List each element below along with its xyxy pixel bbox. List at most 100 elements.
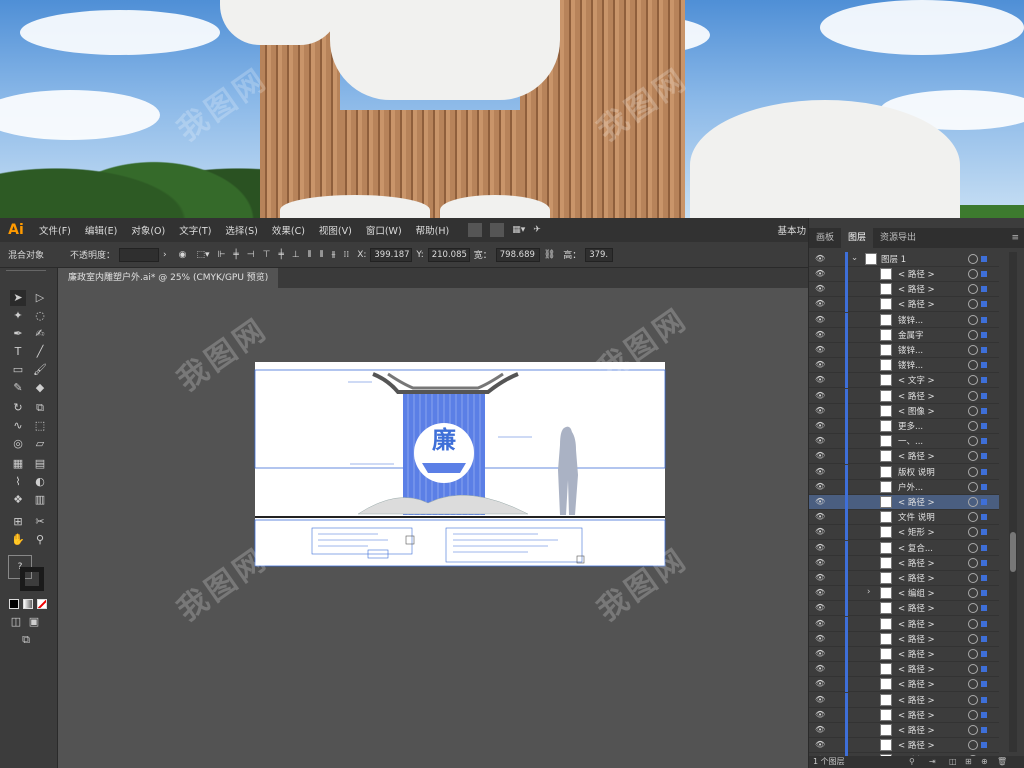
eye-icon[interactable]: 👁 bbox=[815, 299, 825, 309]
layer-row[interactable]: 👁 < 路径 > bbox=[809, 631, 999, 647]
layer-row[interactable]: 👁 < 复合... bbox=[809, 540, 999, 556]
layer-row[interactable]: 👁 < 路径 > bbox=[809, 662, 999, 678]
target-icon[interactable] bbox=[968, 679, 978, 690]
layer-row[interactable]: 👁 < 路径 > bbox=[809, 555, 999, 571]
align-left-icon[interactable]: ⊩ bbox=[218, 250, 226, 260]
layer-row[interactable]: 👁 < 路径 > bbox=[809, 738, 999, 754]
target-icon[interactable] bbox=[968, 345, 978, 355]
parent-layer-row[interactable]: 👁 ⌄ 图层 1 bbox=[809, 252, 999, 267]
trash-icon[interactable]: 🗑 bbox=[997, 756, 1007, 768]
screen-mode-icon[interactable]: ▣ bbox=[26, 614, 42, 630]
arrange-documents-icon[interactable]: ▦▾ bbox=[512, 225, 525, 235]
layer-row[interactable]: 👁 < 路径 > bbox=[809, 647, 999, 662]
target-icon[interactable] bbox=[968, 269, 978, 279]
layer-row[interactable]: 👁 < 路径 > bbox=[809, 388, 999, 404]
new-sublayer-icon[interactable]: ⊞ bbox=[965, 756, 972, 768]
layer-row[interactable]: 👁 < 路径 > bbox=[809, 297, 999, 313]
eye-icon[interactable]: 👁 bbox=[815, 512, 825, 522]
distribute-icon[interactable]: ⫴ bbox=[308, 250, 312, 260]
align-top-icon[interactable]: ⊤ bbox=[263, 250, 271, 260]
chevron-down-icon[interactable]: ⌄ bbox=[851, 253, 858, 263]
align-middle-icon[interactable]: ╪ bbox=[278, 250, 283, 260]
eye-icon[interactable]: 👁 bbox=[815, 695, 825, 705]
mesh-icon[interactable]: ▦ bbox=[10, 456, 26, 472]
chevron-right-icon[interactable]: › bbox=[163, 250, 167, 260]
x-input[interactable]: 399.187 bbox=[370, 247, 413, 262]
layer-row[interactable]: 👁 < 路径 > bbox=[809, 677, 999, 693]
shaper-tool-icon[interactable]: ✎ bbox=[10, 380, 26, 396]
shape-builder-icon[interactable]: ◎ bbox=[10, 436, 26, 452]
eye-icon[interactable]: 👁 bbox=[815, 330, 825, 340]
menu-view[interactable]: 视图(V) bbox=[319, 223, 352, 237]
menu-help[interactable]: 帮助(H) bbox=[416, 223, 450, 237]
layer-row[interactable]: 👁 < 路径 > bbox=[809, 571, 999, 586]
select-similar-icon[interactable]: ⬚▾ bbox=[197, 250, 210, 260]
gradient-mode-icon[interactable] bbox=[23, 599, 33, 609]
layer-row[interactable]: 👁 一、... bbox=[809, 434, 999, 450]
target-icon[interactable] bbox=[968, 451, 978, 462]
eye-icon[interactable]: 👁 bbox=[815, 269, 825, 279]
eye-icon[interactable]: 👁 bbox=[815, 254, 825, 264]
eye-icon[interactable]: 👁 bbox=[815, 649, 825, 659]
eye-icon[interactable]: 👁 bbox=[815, 345, 825, 355]
gradient-icon[interactable]: ▤ bbox=[32, 456, 48, 472]
target-icon[interactable] bbox=[968, 254, 978, 264]
new-layer-icon[interactable]: ⊕ bbox=[981, 756, 988, 768]
tab-asset-export[interactable]: 资源导出 bbox=[873, 228, 923, 248]
menu-window[interactable]: 窗口(W) bbox=[366, 223, 402, 237]
rectangle-tool-icon[interactable]: ▭ bbox=[10, 362, 26, 378]
scrollbar-thumb[interactable] bbox=[1010, 532, 1016, 572]
distribute-icon[interactable]: ⫵ bbox=[331, 250, 335, 260]
reference-point-icon[interactable]: ⁞⁞ bbox=[343, 250, 349, 260]
target-icon[interactable] bbox=[968, 725, 978, 735]
layer-row[interactable]: 👁 镂锌... bbox=[809, 343, 999, 358]
eye-icon[interactable]: 👁 bbox=[815, 360, 825, 370]
layer-row[interactable]: 👁 < 路径 > bbox=[809, 692, 999, 708]
opacity-input[interactable] bbox=[119, 247, 160, 262]
target-icon[interactable] bbox=[968, 573, 978, 583]
layer-row[interactable]: 👁 < 路径 > bbox=[809, 267, 999, 282]
eye-icon[interactable]: 👁 bbox=[815, 710, 825, 720]
panel-menu-icon[interactable]: ≡ bbox=[1005, 228, 1024, 248]
layer-row[interactable]: 👁 < 路径 > bbox=[809, 282, 999, 298]
layer-row[interactable]: 👁 < 矩形 > bbox=[809, 525, 999, 541]
stroke-swatch[interactable] bbox=[20, 567, 44, 591]
eyedropper-icon[interactable]: ⌇ bbox=[10, 474, 26, 490]
line-tool-icon[interactable]: ╱ bbox=[32, 344, 48, 360]
slice-icon[interactable]: ✂ bbox=[32, 514, 48, 530]
scrollbar[interactable] bbox=[1009, 252, 1017, 752]
target-icon[interactable] bbox=[968, 527, 978, 538]
pen-tool-icon[interactable]: ✒ bbox=[10, 326, 26, 342]
eye-icon[interactable]: 👁 bbox=[815, 315, 825, 325]
panel-grip[interactable] bbox=[6, 270, 46, 274]
eye-icon[interactable]: 👁 bbox=[815, 482, 825, 492]
layer-row[interactable]: 👁 < 路径 > bbox=[809, 601, 999, 617]
target-icon[interactable] bbox=[968, 542, 978, 553]
layer-row[interactable]: 👁 < 路径 > bbox=[809, 616, 999, 632]
target-icon[interactable] bbox=[968, 618, 978, 629]
layer-row[interactable]: 👁 < 图像 > bbox=[809, 403, 999, 419]
target-icon[interactable] bbox=[968, 649, 978, 659]
eye-icon[interactable]: 👁 bbox=[815, 543, 825, 553]
eye-icon[interactable]: 👁 bbox=[815, 725, 825, 735]
target-icon[interactable] bbox=[968, 709, 978, 720]
y-input[interactable]: 210.085 bbox=[427, 247, 470, 262]
layer-row[interactable]: 👁 < 文字 > bbox=[809, 373, 999, 389]
eye-icon[interactable]: 👁 bbox=[815, 558, 825, 568]
hand-tool-icon[interactable]: ✋ bbox=[10, 532, 26, 548]
eye-icon[interactable]: 👁 bbox=[815, 497, 825, 507]
menu-file[interactable]: 文件(F) bbox=[39, 223, 71, 237]
menu-effect[interactable]: 效果(C) bbox=[272, 223, 305, 237]
target-icon[interactable] bbox=[968, 329, 978, 340]
align-right-icon[interactable]: ⊣ bbox=[247, 250, 255, 260]
eye-icon[interactable]: 👁 bbox=[815, 436, 825, 446]
stock-icon[interactable] bbox=[490, 223, 505, 237]
target-icon[interactable] bbox=[968, 588, 978, 599]
target-icon[interactable] bbox=[968, 299, 978, 310]
eye-icon[interactable]: 👁 bbox=[815, 679, 825, 689]
selection-tool-icon[interactable]: ➤ bbox=[10, 290, 26, 306]
free-transform-icon[interactable]: ⬚ bbox=[32, 418, 48, 434]
eye-icon[interactable]: 👁 bbox=[815, 619, 825, 629]
layer-row[interactable]: 👁 户外... bbox=[809, 479, 999, 495]
none-mode-icon[interactable] bbox=[37, 599, 47, 609]
